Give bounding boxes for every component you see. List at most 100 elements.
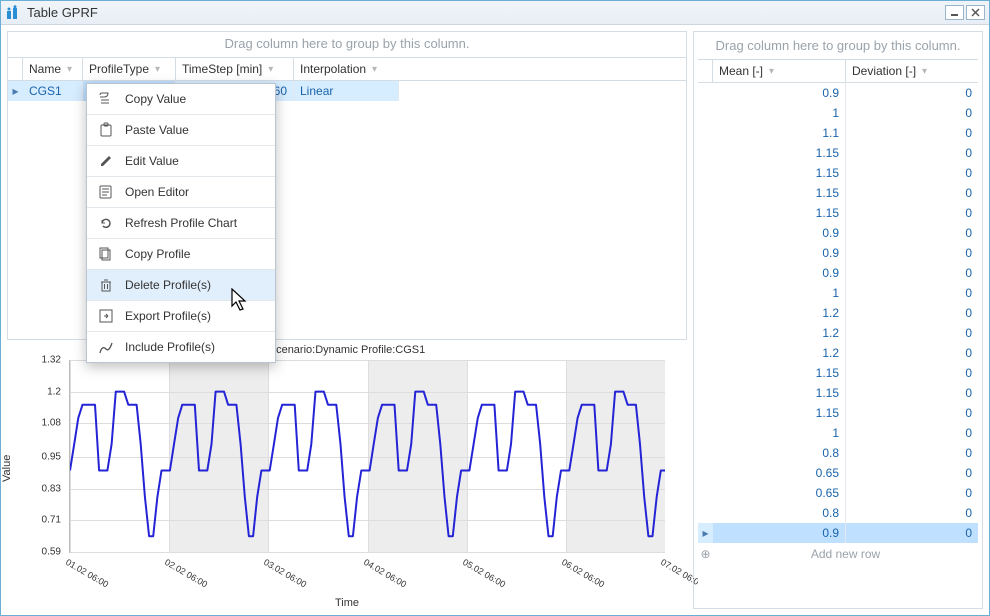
table-row[interactable]: 10: [698, 103, 978, 123]
table-row[interactable]: 1.150: [698, 203, 978, 223]
cell-deviation[interactable]: 0: [846, 103, 978, 123]
cell-mean[interactable]: 1.15: [713, 403, 846, 423]
cell-mean[interactable]: 0.9: [713, 243, 846, 263]
cell-mean[interactable]: 0.9: [713, 523, 846, 543]
cell-deviation[interactable]: 0: [846, 183, 978, 203]
cell-deviation[interactable]: 0: [846, 303, 978, 323]
col-name[interactable]: Name▾: [23, 58, 83, 80]
cell-mean[interactable]: 0.65: [713, 463, 846, 483]
add-row[interactable]: ⊕ Add new row: [698, 543, 978, 565]
menu-include[interactable]: Include Profile(s): [87, 332, 275, 362]
cell-deviation[interactable]: 0: [846, 503, 978, 523]
table-row[interactable]: 0.80: [698, 503, 978, 523]
cell-mean[interactable]: 1.2: [713, 303, 846, 323]
col-profiletype[interactable]: ProfileType▾: [83, 58, 176, 80]
filter-icon[interactable]: ▾: [268, 64, 273, 75]
minimize-button[interactable]: [945, 5, 964, 20]
table-row[interactable]: 1.10: [698, 123, 978, 143]
table-row[interactable]: 0.650: [698, 463, 978, 483]
cell-deviation[interactable]: 0: [846, 163, 978, 183]
menu-paste[interactable]: Paste Value: [87, 115, 275, 146]
table-row[interactable]: 10: [698, 423, 978, 443]
cell-deviation[interactable]: 0: [846, 123, 978, 143]
cell-deviation[interactable]: 0: [846, 143, 978, 163]
cell-mean[interactable]: 0.9: [713, 83, 846, 103]
cell-deviation[interactable]: 0: [846, 323, 978, 343]
filter-icon[interactable]: ▾: [922, 66, 927, 77]
cell-mean[interactable]: 1: [713, 103, 846, 123]
filter-icon[interactable]: ▾: [769, 66, 774, 77]
table-row[interactable]: 0.90: [698, 263, 978, 283]
cell-mean[interactable]: 1.15: [713, 203, 846, 223]
cell-deviation[interactable]: 0: [846, 243, 978, 263]
filter-icon[interactable]: ▾: [67, 64, 72, 75]
cell-mean[interactable]: 1.15: [713, 183, 846, 203]
table-row[interactable]: 1.150: [698, 143, 978, 163]
menu-copy[interactable]: Copy Profile: [87, 239, 275, 270]
cell-deviation[interactable]: 0: [846, 283, 978, 303]
cell-deviation[interactable]: 0: [846, 83, 978, 103]
menu-editor[interactable]: Open Editor: [87, 177, 275, 208]
filter-icon[interactable]: ▾: [372, 64, 377, 75]
cell-mean[interactable]: 0.9: [713, 223, 846, 243]
table-row[interactable]: ▸0.90: [698, 523, 978, 543]
cell-mean[interactable]: 1: [713, 283, 846, 303]
menu-edit[interactable]: Edit Value: [87, 146, 275, 177]
profile-chart[interactable]: Scenario:Dynamic Profile:CGS1 Value 1.32…: [7, 342, 687, 609]
cell-mean[interactable]: 1.15: [713, 143, 846, 163]
cell-deviation[interactable]: 0: [846, 223, 978, 243]
titlebar[interactable]: Table GPRF: [1, 1, 989, 25]
cell-mean[interactable]: 1.1: [713, 123, 846, 143]
cell-mean[interactable]: 0.8: [713, 443, 846, 463]
table-row[interactable]: 0.90: [698, 83, 978, 103]
cell-mean[interactable]: 0.9: [713, 263, 846, 283]
table-row[interactable]: 1.150: [698, 383, 978, 403]
table-row[interactable]: 1.150: [698, 363, 978, 383]
table-row[interactable]: 1.150: [698, 163, 978, 183]
menu-refresh[interactable]: Refresh Profile Chart: [87, 208, 275, 239]
cell-name[interactable]: CGS1: [23, 81, 83, 101]
cell-deviation[interactable]: 0: [846, 403, 978, 423]
menu-delete[interactable]: Delete Profile(s): [87, 270, 275, 301]
profile-grid[interactable]: Name▾ ProfileType▾ TimeStep [min]▾ Inter…: [8, 57, 686, 337]
cell-deviation[interactable]: 0: [846, 423, 978, 443]
cell-mean[interactable]: 1.2: [713, 343, 846, 363]
table-row[interactable]: 0.650: [698, 483, 978, 503]
plot-area[interactable]: [69, 360, 665, 553]
table-row[interactable]: 1.20: [698, 343, 978, 363]
values-grid-body[interactable]: 0.90101.101.1501.1501.1501.1500.900.900.…: [698, 83, 978, 543]
cell-deviation[interactable]: 0: [846, 463, 978, 483]
cell-deviation[interactable]: 0: [846, 383, 978, 403]
table-row[interactable]: 0.90: [698, 243, 978, 263]
menu-export[interactable]: Export Profile(s): [87, 301, 275, 332]
cell-deviation[interactable]: 0: [846, 523, 978, 543]
col-timestep[interactable]: TimeStep [min]▾: [176, 58, 294, 80]
cell-mean[interactable]: 1.15: [713, 163, 846, 183]
cell-interpolation[interactable]: Linear: [294, 81, 399, 101]
col-deviation[interactable]: Deviation [-]▾: [846, 60, 978, 82]
cell-deviation[interactable]: 0: [846, 483, 978, 503]
cell-mean[interactable]: 0.65: [713, 483, 846, 503]
cell-deviation[interactable]: 0: [846, 203, 978, 223]
cell-deviation[interactable]: 0: [846, 443, 978, 463]
table-row[interactable]: 1.150: [698, 183, 978, 203]
table-row[interactable]: 10: [698, 283, 978, 303]
cell-mean[interactable]: 1.15: [713, 383, 846, 403]
filter-icon[interactable]: ▾: [155, 64, 160, 75]
cell-mean[interactable]: 1.15: [713, 363, 846, 383]
close-button[interactable]: [966, 5, 985, 20]
cell-mean[interactable]: 1: [713, 423, 846, 443]
cell-deviation[interactable]: 0: [846, 343, 978, 363]
table-row[interactable]: 1.20: [698, 323, 978, 343]
table-row[interactable]: 0.90: [698, 223, 978, 243]
cell-deviation[interactable]: 0: [846, 263, 978, 283]
menu-copy-value[interactable]: Copy Value: [87, 84, 275, 115]
table-row[interactable]: 0.80: [698, 443, 978, 463]
table-row[interactable]: 1.150: [698, 403, 978, 423]
col-mean[interactable]: Mean [-]▾: [713, 60, 846, 82]
cell-mean[interactable]: 0.8: [713, 503, 846, 523]
col-interpolation[interactable]: Interpolation▾: [294, 58, 399, 80]
cell-deviation[interactable]: 0: [846, 363, 978, 383]
cell-mean[interactable]: 1.2: [713, 323, 846, 343]
table-row[interactable]: 1.20: [698, 303, 978, 323]
